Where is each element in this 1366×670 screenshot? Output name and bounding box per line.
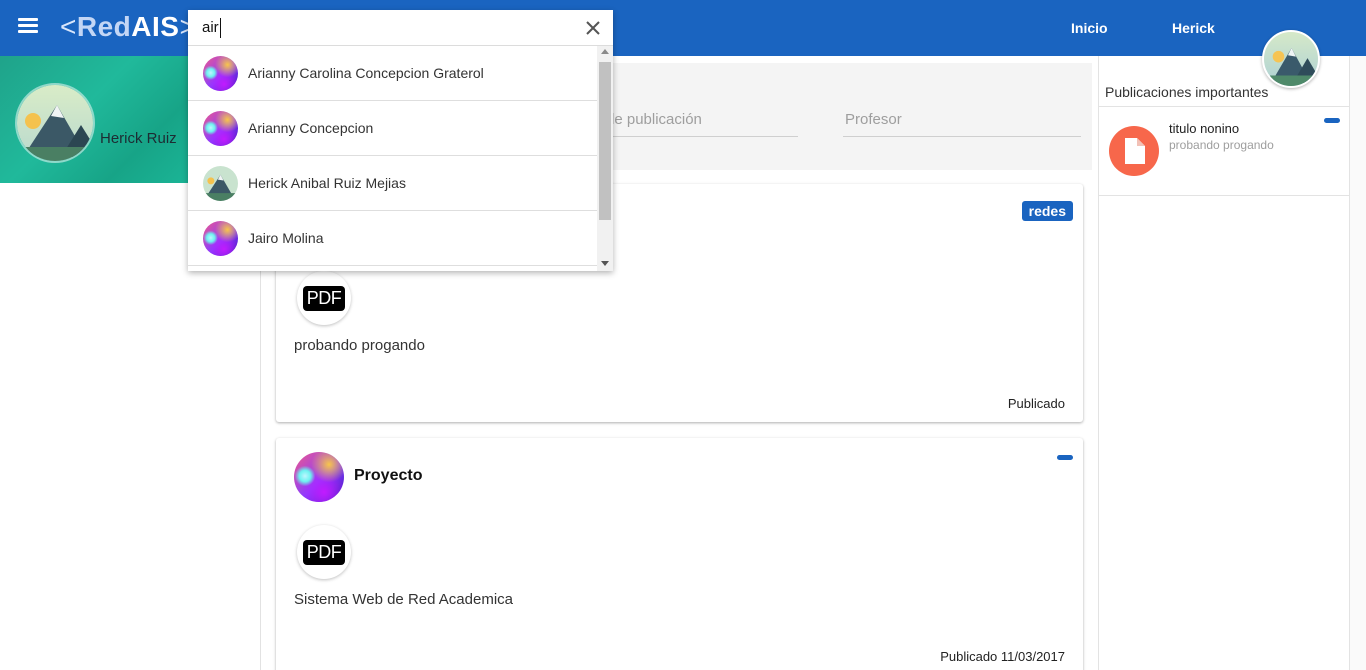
professor-filter-field[interactable]: Profesor (843, 111, 1081, 137)
date-filter-field[interactable]: de publicación (606, 111, 798, 137)
scroll-up-icon[interactable] (601, 49, 609, 54)
post-card[interactable]: Proyecto PDF Sistema Web de Red Academic… (276, 438, 1083, 670)
menu-icon[interactable] (18, 18, 38, 36)
profile-avatar[interactable] (15, 83, 95, 163)
panel-title: Publicaciones importantes (1105, 84, 1269, 100)
dropdown-scrollbar[interactable] (597, 46, 613, 271)
result-avatar (203, 111, 238, 146)
nav-user-link[interactable]: Herick (1172, 20, 1215, 36)
divider (1099, 106, 1350, 107)
important-item-title[interactable]: titulo nonino (1169, 121, 1239, 136)
important-item-subtitle: probando progando (1169, 138, 1274, 152)
search-bar[interactable]: air (188, 10, 613, 46)
pdf-attachment[interactable]: PDF (297, 525, 351, 579)
brand-logo[interactable]: <RedAIS> (60, 11, 196, 45)
search-dropdown: air Arianny Carolina Concepcion Graterol… (188, 10, 613, 271)
post-tag[interactable] (1057, 455, 1073, 460)
post-tag[interactable]: redes (1021, 201, 1073, 221)
post-status: Publicado (1007, 396, 1065, 411)
post-status: Publicado 11/03/2017 (940, 649, 1065, 664)
nav-home-link[interactable]: Inicio (1071, 20, 1108, 36)
profile-name: Herick Ruiz (100, 130, 177, 147)
document-icon[interactable] (1109, 126, 1159, 176)
search-result-item[interactable]: Herick Anibal Ruiz Mejias (188, 156, 597, 211)
author-avatar[interactable] (294, 452, 344, 502)
search-result-item[interactable]: Jairo Molina (188, 211, 597, 266)
result-avatar (203, 166, 238, 201)
search-results-list: Arianny Carolina Concepcion Graterol Ari… (188, 46, 597, 271)
post-description: Sistema Web de Red Academica (294, 591, 514, 608)
important-item-badge (1324, 118, 1340, 123)
search-result-item[interactable]: Arianny Concepcion (188, 101, 597, 156)
result-name: Arianny Concepcion (248, 120, 374, 136)
divider (1099, 195, 1350, 196)
page-scrollbar[interactable] (1350, 56, 1366, 670)
search-input[interactable]: air (202, 18, 221, 38)
result-name: Arianny Carolina Concepcion Graterol (248, 65, 484, 81)
important-publications-panel: Publicaciones importantes titulo nonino … (1098, 56, 1350, 670)
pdf-attachment[interactable]: PDF (297, 271, 351, 325)
post-title[interactable]: Proyecto (354, 467, 422, 485)
result-avatar (203, 221, 238, 256)
search-result-item[interactable]: Arianny Carolina Concepcion Graterol (188, 46, 597, 101)
pdf-icon: PDF (302, 285, 346, 311)
close-icon[interactable] (584, 19, 602, 37)
scroll-down-icon[interactable] (601, 261, 609, 266)
pdf-icon: PDF (302, 539, 346, 565)
user-avatar[interactable] (1262, 30, 1320, 88)
result-name: Jairo Molina (248, 230, 324, 246)
post-description: probando progando (294, 337, 425, 354)
scroll-thumb[interactable] (599, 62, 611, 220)
result-name: Herick Anibal Ruiz Mejias (248, 175, 406, 191)
result-avatar (203, 56, 238, 91)
